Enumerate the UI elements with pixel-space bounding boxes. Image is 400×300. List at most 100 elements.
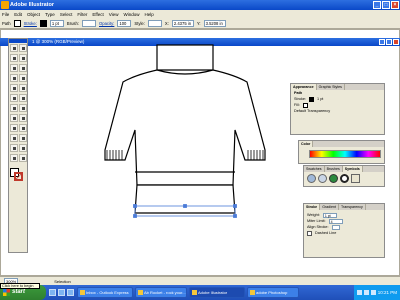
stroke-label[interactable]: Stroke: <box>24 21 37 26</box>
start-tooltip: Click here to begin <box>0 283 40 289</box>
document-title: 1 @ 300% (RGB/Preview) <box>32 39 85 44</box>
doc-minimize-button[interactable] <box>379 39 385 45</box>
close-button[interactable]: × <box>391 1 399 9</box>
mesh-tool-icon[interactable] <box>10 124 18 132</box>
menu-type[interactable]: Type <box>45 12 55 17</box>
stroke-box[interactable] <box>14 172 23 181</box>
quick-launch-icon[interactable] <box>58 289 65 296</box>
tray-icon[interactable] <box>370 290 376 295</box>
menu-object[interactable]: Object <box>27 12 40 17</box>
task-ab-rocket[interactable]: Ab Rocket - rock your... <box>135 287 187 298</box>
control-bar: Path Stroke: 1 pt Brush: Opacity: 100 St… <box>0 18 400 29</box>
align-center-button[interactable] <box>331 224 340 230</box>
dashed-line-checkbox[interactable] <box>307 230 312 236</box>
blend-tool-icon[interactable] <box>19 134 27 142</box>
symbol-sprayer-tool-icon[interactable] <box>10 114 18 122</box>
maximize-button[interactable]: □ <box>382 1 390 9</box>
sweater-artwork[interactable] <box>95 40 275 225</box>
miter-limit-input[interactable]: 4 <box>328 218 343 224</box>
windows-logo-icon <box>3 289 10 296</box>
eyedropper-tool-icon[interactable] <box>10 134 18 142</box>
brush-label: Brush: <box>66 20 80 26</box>
sweater-body <box>104 69 266 186</box>
color-spectrum-bar[interactable] <box>309 150 381 158</box>
scissors-tool-icon[interactable] <box>19 144 27 152</box>
sweater-collar <box>156 44 214 71</box>
brush-dropdown[interactable] <box>82 19 97 27</box>
minimize-button[interactable]: _ <box>373 1 381 9</box>
warp-tool-icon[interactable] <box>10 104 18 112</box>
fill-swatch[interactable] <box>13 19 21 27</box>
tab-gradient[interactable]: Gradient <box>320 204 339 210</box>
hand-tool-icon[interactable] <box>10 154 18 162</box>
tab-stroke[interactable]: Stroke <box>304 204 321 210</box>
task-photoshop[interactable]: adobe Photoshop <box>247 287 299 298</box>
task-illustrator[interactable]: Adobe Illustrator <box>189 287 245 298</box>
stroke-panel: Stroke Gradient Transparency Weight: 1 p… <box>303 203 385 258</box>
tab-transparency[interactable]: Transparency <box>339 204 366 210</box>
stroke-weight-field[interactable]: 1 pt <box>49 19 64 27</box>
clock[interactable]: 10:21 PM <box>378 290 397 295</box>
opacity-field[interactable]: 100 <box>117 19 132 27</box>
quick-launch-icon[interactable] <box>49 289 56 296</box>
tab-graphic-styles[interactable]: Graphic Styles <box>317 84 345 90</box>
menu-filter[interactable]: Filter <box>77 12 87 17</box>
status-bar: 300% Selection <box>0 276 400 285</box>
symbol-thumbnail[interactable] <box>307 174 316 183</box>
free-transform-tool-icon[interactable] <box>19 104 27 112</box>
pencil-tool-icon[interactable] <box>19 84 27 92</box>
symbol-thumbnail[interactable] <box>351 174 360 183</box>
slice-tool-icon[interactable] <box>10 144 18 152</box>
style-label: Style: <box>134 20 145 26</box>
rotate-tool-icon[interactable] <box>10 94 18 102</box>
tray-icon[interactable] <box>356 290 362 295</box>
line-tool-icon[interactable] <box>10 74 18 82</box>
zoom-tool-icon[interactable] <box>19 154 27 162</box>
menu-window[interactable]: Window <box>123 12 139 17</box>
stroke-weight-input[interactable]: 1 pt <box>322 212 337 218</box>
type-tool-icon[interactable] <box>19 64 27 72</box>
doc-maximize-button[interactable] <box>386 39 392 45</box>
graph-tool-icon[interactable] <box>19 114 27 122</box>
tray-icon[interactable] <box>363 290 369 295</box>
gradient-tool-icon[interactable] <box>19 124 27 132</box>
y-field[interactable]: 3.5208 in <box>203 19 226 27</box>
scale-tool-icon[interactable] <box>19 94 27 102</box>
lasso-tool-icon[interactable] <box>19 54 27 62</box>
doc-close-button[interactable] <box>393 39 399 45</box>
symbol-thumbnail[interactable] <box>340 174 349 183</box>
opacity-label[interactable]: Opacity: <box>99 21 114 26</box>
status-selection[interactable]: Selection <box>54 279 70 284</box>
symbol-thumbnail[interactable] <box>318 174 327 183</box>
menu-effect[interactable]: Effect <box>92 12 103 17</box>
menu-help[interactable]: Help <box>144 12 153 17</box>
task-outlook[interactable]: Inbox - Outlook Express <box>77 287 133 298</box>
tab-color[interactable]: Color <box>299 141 314 147</box>
stroke-swatch[interactable] <box>39 19 47 27</box>
style-dropdown[interactable] <box>147 19 162 27</box>
stroke-color-swatch <box>309 96 315 102</box>
toolbox-header[interactable] <box>9 39 27 43</box>
symbols-panel: Swatches Brushes Symbols <box>303 165 385 187</box>
appearance-row-transparency[interactable]: Default Transparency <box>291 108 384 114</box>
fill-stroke-indicator[interactable] <box>10 168 24 182</box>
tab-brushes[interactable]: Brushes <box>325 166 343 172</box>
x-label: X: <box>164 20 169 26</box>
direct-selection-tool-icon[interactable] <box>19 44 27 52</box>
x-field[interactable]: 2.4375 in <box>171 19 194 27</box>
quick-launch <box>46 289 77 296</box>
quick-launch-icon[interactable] <box>67 289 74 296</box>
appearance-panel: Appearance Graphic Styles Path Stroke: 1… <box>290 83 385 135</box>
symbol-thumbnail[interactable] <box>329 174 338 183</box>
pen-tool-icon[interactable] <box>10 64 18 72</box>
magic-wand-tool-icon[interactable] <box>10 54 18 62</box>
tab-swatches[interactable]: Swatches <box>304 166 325 172</box>
menu-edit[interactable]: Edit <box>14 12 22 17</box>
tab-symbols[interactable]: Symbols <box>342 166 363 172</box>
menu-select[interactable]: Select <box>60 12 73 17</box>
menu-file[interactable]: File <box>2 12 9 17</box>
selection-tool-icon[interactable] <box>10 44 18 52</box>
rectangle-tool-icon[interactable] <box>19 74 27 82</box>
paintbrush-tool-icon[interactable] <box>10 84 18 92</box>
menu-view[interactable]: View <box>109 12 119 17</box>
